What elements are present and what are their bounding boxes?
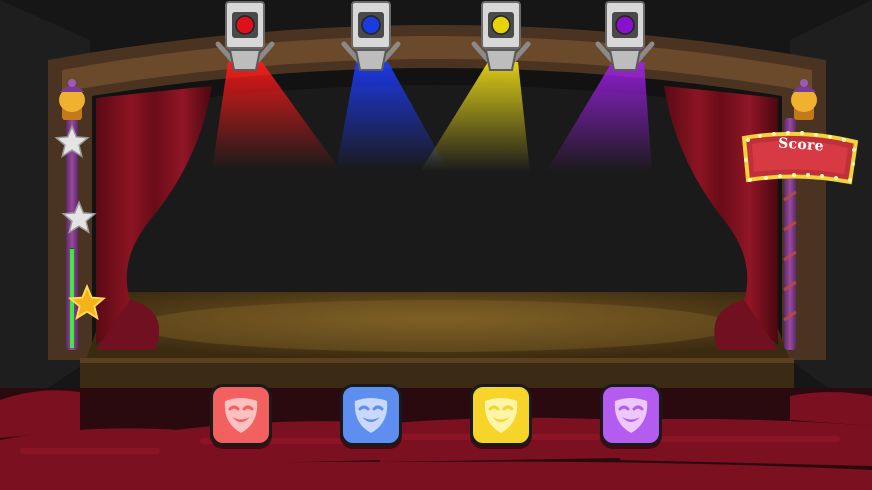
stage-background bbox=[0, 0, 872, 490]
star-empty-icon bbox=[61, 200, 97, 234]
mask-button-yellow[interactable] bbox=[470, 384, 532, 446]
spotlight-purple-icon bbox=[595, 1, 655, 71]
spotlight-red-icon bbox=[215, 1, 275, 71]
spotlight-purple[interactable] bbox=[590, 0, 660, 76]
spotlight-red[interactable] bbox=[210, 0, 280, 76]
mask-button-red[interactable] bbox=[210, 384, 272, 446]
spotlight-blue[interactable] bbox=[336, 0, 406, 76]
mask-button-blue[interactable] bbox=[340, 384, 402, 446]
theater-mask-icon bbox=[354, 398, 388, 433]
theater-mask-icon bbox=[614, 398, 648, 433]
star-empty-icon bbox=[54, 124, 90, 158]
theater-mask-icon bbox=[484, 398, 518, 433]
star-earned-icon bbox=[68, 284, 106, 321]
spotlight-blue-icon bbox=[341, 1, 401, 71]
mask-button-purple[interactable] bbox=[600, 384, 662, 446]
theater-mask-icon bbox=[224, 398, 258, 433]
spotlight-yellow[interactable] bbox=[466, 0, 536, 76]
theater-scene: Score bbox=[0, 0, 872, 490]
spotlight-yellow-icon bbox=[471, 1, 531, 71]
